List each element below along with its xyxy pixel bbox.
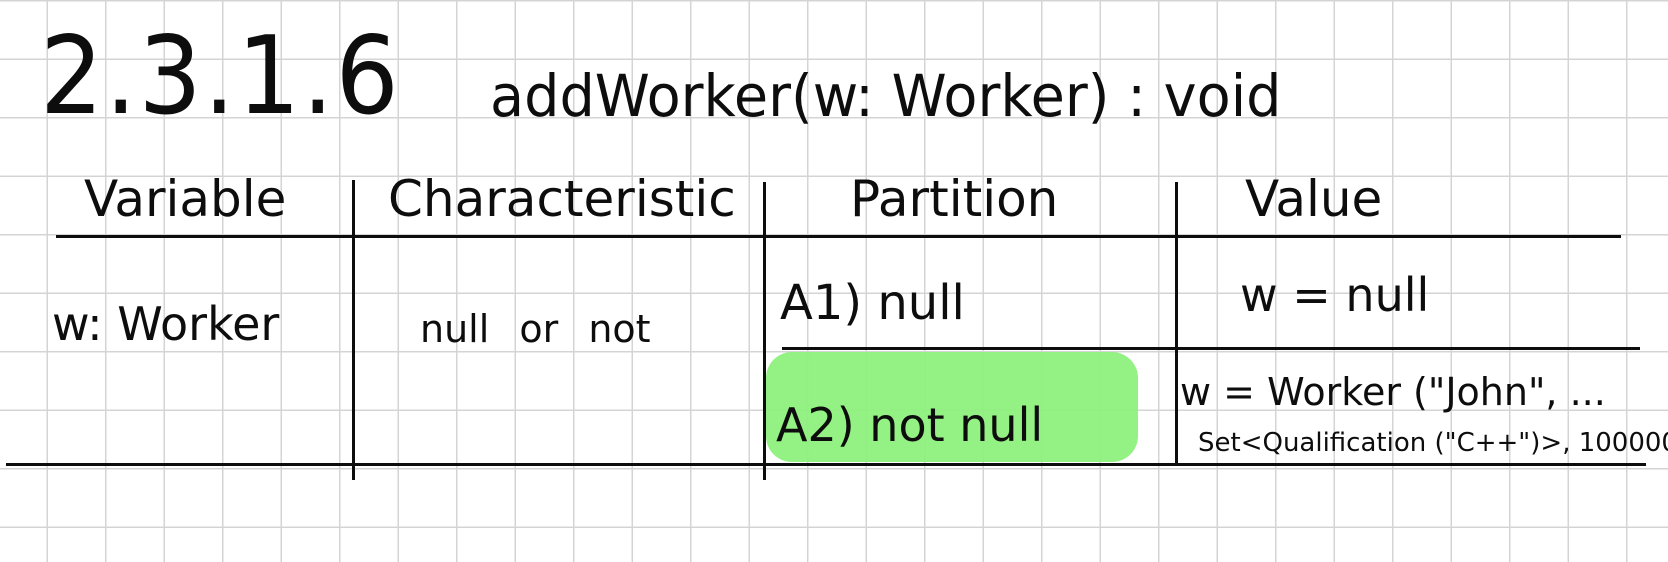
cell-value-a1: w = null	[1240, 268, 1430, 322]
cell-characteristic: null or not	[420, 307, 651, 351]
header-partition: Partition	[850, 170, 1059, 228]
cell-partition-a1: A1) null	[780, 275, 965, 331]
cell-variable: w: Worker	[52, 297, 280, 351]
column-divider-3	[1175, 182, 1178, 464]
table-bottom-line	[6, 463, 1646, 466]
column-divider-1	[352, 180, 355, 480]
header-characteristic: Characteristic	[388, 170, 736, 228]
partition-divider	[782, 347, 1640, 350]
section-number: 2.3.1.6	[40, 14, 401, 139]
column-divider-2	[763, 182, 766, 480]
header-underline	[56, 235, 1621, 238]
header-variable: Variable	[84, 170, 287, 228]
cell-value-a2-line1: w = Worker ("John", ...	[1180, 370, 1606, 414]
cell-partition-a2: A2) not null	[776, 398, 1044, 452]
header-value: Value	[1245, 170, 1383, 228]
method-signature: addWorker(w: Worker) : void	[490, 62, 1282, 130]
cell-value-a2-line2: Set<Qualification ("C++")>, 100000.00)	[1198, 428, 1668, 458]
